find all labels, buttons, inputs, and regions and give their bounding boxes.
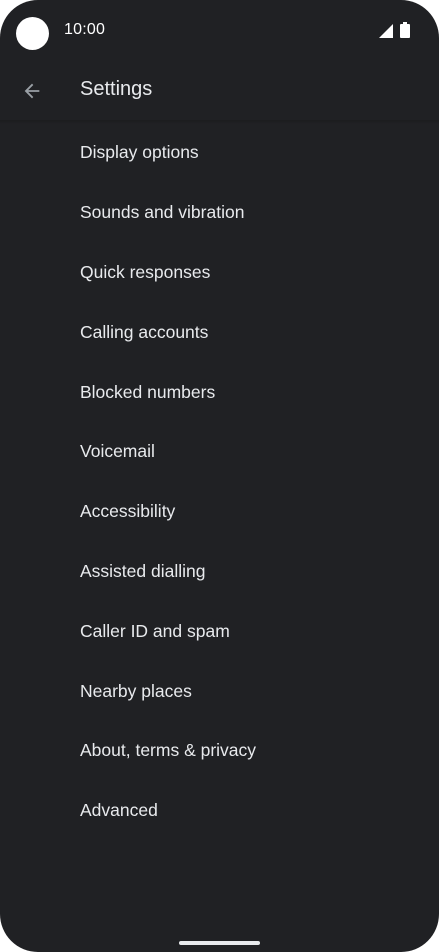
- settings-item-label: Quick responses: [80, 261, 211, 282]
- settings-item-label: Advanced: [80, 800, 158, 821]
- settings-item-label: Display options: [80, 142, 199, 163]
- settings-item-label: Voicemail: [80, 441, 155, 462]
- settings-item-label: Calling accounts: [80, 321, 209, 342]
- settings-item-nearby-places[interactable]: Nearby places: [0, 661, 439, 721]
- settings-item-label: Blocked numbers: [80, 381, 216, 402]
- settings-item-about-terms-privacy[interactable]: About, terms & privacy: [0, 721, 439, 781]
- settings-item-caller-id-and-spam[interactable]: Caller ID and spam: [0, 601, 439, 661]
- settings-item-advanced[interactable]: Advanced: [0, 781, 439, 841]
- back-button[interactable]: [12, 71, 52, 111]
- status-bar: 10:00: [0, 0, 439, 64]
- settings-item-label: Assisted dialling: [80, 560, 206, 581]
- front-camera-cutout: [16, 17, 49, 50]
- settings-item-label: Accessibility: [80, 501, 176, 522]
- settings-item-accessibility[interactable]: Accessibility: [0, 482, 439, 542]
- battery-icon: [400, 22, 410, 38]
- settings-item-voicemail[interactable]: Voicemail: [0, 422, 439, 482]
- phone-screen: 10:00 Settings Display options Sounds an…: [0, 0, 439, 952]
- settings-item-display-options[interactable]: Display options: [0, 123, 439, 183]
- status-time: 10:00: [64, 21, 106, 38]
- settings-item-label: Sounds and vibration: [80, 202, 245, 223]
- settings-item-assisted-dialling[interactable]: Assisted dialling: [0, 542, 439, 602]
- settings-item-calling-accounts[interactable]: Calling accounts: [0, 302, 439, 362]
- settings-item-sounds-and-vibration[interactable]: Sounds and vibration: [0, 183, 439, 243]
- arrow-back-icon: [24, 83, 40, 99]
- settings-item-quick-responses[interactable]: Quick responses: [0, 243, 439, 303]
- settings-item-label: Caller ID and spam: [80, 620, 230, 641]
- settings-item-label: Nearby places: [80, 680, 192, 701]
- page-title: Settings: [80, 78, 153, 100]
- app-toolbar: Settings: [0, 62, 439, 120]
- settings-item-label: About, terms & privacy: [80, 740, 257, 761]
- gesture-nav-handle[interactable]: [179, 941, 260, 945]
- settings-list: Display options Sounds and vibration Qui…: [0, 123, 439, 841]
- settings-item-blocked-numbers[interactable]: Blocked numbers: [0, 362, 439, 422]
- cell-signal-icon: [379, 24, 393, 38]
